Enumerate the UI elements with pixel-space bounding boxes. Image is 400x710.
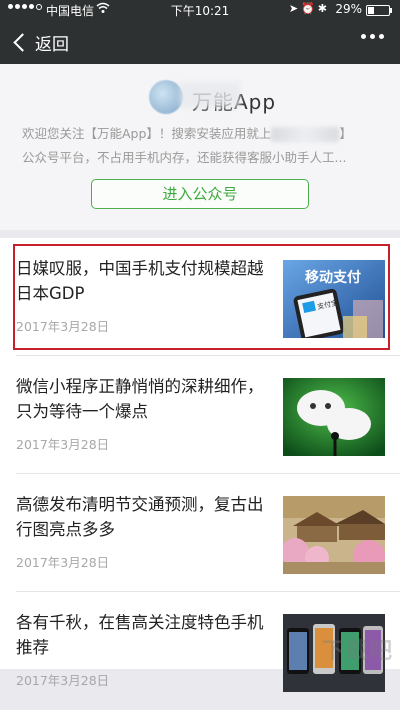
article-item[interactable]: 高德发布清明节交通预测，复古出行图亮点多多 2017年3月28日 xyxy=(0,474,400,592)
article-title: 各有千秋，在售高关注度特色手机推荐 xyxy=(16,613,264,657)
article-title: 高德发布清明节交通预测，复古出行图亮点多多 xyxy=(16,495,264,539)
article-title: 微信小程序正静悄悄的深耕细作，只为等待一个爆点 xyxy=(16,377,264,421)
chevron-left-icon xyxy=(13,32,32,52)
intro-line-1b: 】 xyxy=(339,126,352,141)
article-date: 2017年3月28日 xyxy=(16,555,110,570)
watermark-logo: 下载吧 xyxy=(321,639,394,664)
article-title: 日媒叹服，中国手机支付规模超越日本GDP xyxy=(16,259,264,303)
article-thumbnail-mobile-payment: 移动支付 支付宝 xyxy=(283,260,385,338)
article-thumbnail-wechat xyxy=(283,378,385,456)
thumb-title-text: 移动支付 xyxy=(305,269,361,286)
enter-account-button[interactable]: 进入公众号 xyxy=(91,179,309,209)
article-thumbnail-retro-travel xyxy=(283,496,385,574)
article-item[interactable]: 日媒叹服，中国手机支付规模超越日本GDP 2017年3月28日 移动支付 支付宝 xyxy=(0,238,400,356)
article-item[interactable]: 微信小程序正静悄悄的深耕细作，只为等待一个爆点 2017年3月28日 xyxy=(0,356,400,474)
nav-bar: 返回 xyxy=(0,20,400,64)
status-bar: 中国电信 下午10:21 ➤⏰✱ 29% xyxy=(0,0,400,20)
alarm-icon: ⏰ xyxy=(301,2,318,15)
blurred-text xyxy=(271,127,340,142)
article-date: 2017年3月28日 xyxy=(16,673,110,688)
battery-icon xyxy=(366,5,392,16)
status-icons: ➤⏰✱ xyxy=(289,2,330,15)
blur-overlay xyxy=(180,82,240,108)
account-profile: 万能App 欢迎您关注【万能App】！搜索安装应用就上】 公众号平台，不占用手机… xyxy=(0,64,400,230)
intro-line-1a: 欢迎您关注【万能App】！搜索安装应用就上 xyxy=(22,126,272,141)
more-dots-icon xyxy=(361,34,366,39)
account-intro: 欢迎您关注【万能App】！搜索安装应用就上 】 公众号平台，不占用手机内存，还能获… xyxy=(22,122,378,170)
account-avatar[interactable] xyxy=(149,80,183,114)
location-icon: ➤ xyxy=(288,2,302,15)
article-date: 2017年3月28日 xyxy=(16,437,110,452)
battery-percent: 29% xyxy=(335,2,362,16)
more-options-button[interactable] xyxy=(361,34,384,39)
intro-line-2: 公众号平台，不占用手机内存，还能获得客服小助手人工... xyxy=(22,150,347,165)
article-list: 日媒叹服，中国手机支付规模超越日本GDP 2017年3月28日 移动支付 支付宝… xyxy=(0,238,400,692)
article-date: 2017年3月28日 xyxy=(16,319,110,334)
bluetooth-icon: ✱ xyxy=(317,2,330,15)
back-button[interactable]: 返回 xyxy=(10,28,69,56)
back-label: 返回 xyxy=(35,34,69,55)
